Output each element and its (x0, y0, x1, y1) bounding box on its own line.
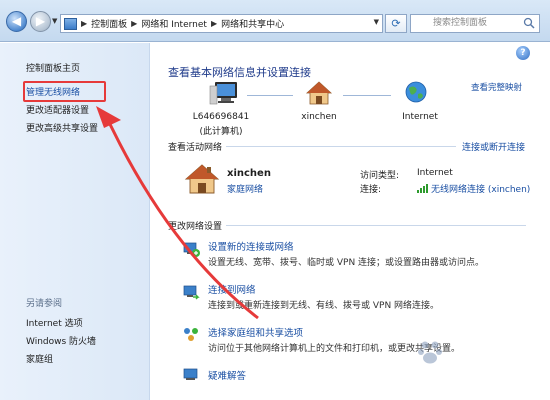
breadcrumb-network-sharing-center[interactable]: 网络和共享中心 (221, 17, 284, 30)
back-button[interactable]: ◀ (6, 11, 27, 32)
connect-disconnect-link[interactable]: 连接或断开连接 (462, 140, 525, 153)
task-troubleshoot-link[interactable]: 疑难解答 (208, 368, 246, 382)
map-link-line (343, 95, 391, 96)
globe-icon (405, 81, 427, 103)
task-new-connection-link[interactable]: 设置新的连接或网络 (208, 239, 294, 253)
task-new-connection-desc: 设置无线、宽带、拨号、临时或 VPN 连接；或设置路由器或访问点。 (208, 258, 485, 268)
troubleshoot-icon (183, 368, 198, 380)
homegroup-icon (184, 328, 198, 341)
map-internet-label: Internet (402, 112, 438, 122)
sidebar-item-control-panel-home[interactable]: 控制面板主页 (26, 61, 80, 74)
forward-button[interactable]: ▶ (30, 11, 51, 32)
map-network-name: xinchen (301, 112, 337, 122)
network-type-link[interactable]: 家庭网络 (227, 182, 263, 195)
search-icon (523, 17, 535, 29)
wifi-signal-icon (417, 184, 428, 193)
breadcrumb-control-panel[interactable]: 控制面板 (91, 17, 127, 30)
help-icon[interactable]: ? (516, 46, 530, 60)
task-homegroup-link[interactable]: 选择家庭组和共享选项 (208, 325, 303, 339)
home-network-large-icon (184, 164, 220, 194)
computer-name: L646696841 (192, 112, 250, 122)
access-type-value: Internet (417, 168, 453, 178)
highlight-box (23, 81, 106, 102)
control-panel-icon (64, 17, 77, 30)
see-also-homegroup[interactable]: 家庭组 (26, 352, 53, 365)
history-dropdown-icon[interactable]: ▼ (52, 17, 59, 26)
see-also-internet-options[interactable]: Internet 选项 (26, 316, 83, 329)
connect-network-icon (183, 285, 200, 300)
map-link-line (247, 95, 293, 96)
page-title: 查看基本网络信息并设置连接 (168, 66, 311, 79)
watermark-logo (418, 341, 442, 364)
see-also-heading: 另请参阅 (26, 299, 63, 309)
computer-icon (209, 82, 237, 105)
connections-label: 连接: (360, 185, 382, 195)
breadcrumb-network-internet[interactable]: 网络和 Internet (141, 17, 207, 30)
connections-link[interactable]: 无线网络连接 (xinchen) (431, 182, 530, 195)
section-divider (226, 146, 456, 147)
address-dropdown-icon[interactable]: ▼ (374, 18, 379, 26)
change-settings-heading: 更改网络设置 (168, 222, 223, 232)
task-connect-network-link[interactable]: 连接到网络 (208, 282, 256, 296)
view-full-map-link[interactable]: 查看完整映射 (471, 81, 522, 93)
active-network-name: xinchen (227, 168, 271, 179)
chevron-right-icon[interactable]: ▶ (81, 19, 87, 28)
search-input[interactable]: 搜索控制面板 (410, 14, 540, 33)
computer-sub: (此计算机) (199, 127, 243, 137)
new-connection-icon (183, 242, 200, 257)
connections-value[interactable]: 无线网络连接 (xinchen) (417, 182, 530, 195)
chevron-right-icon[interactable]: ▶ (131, 19, 137, 28)
access-type-label: 访问类型: (360, 171, 400, 181)
sidebar-item-advanced-sharing[interactable]: 更改高级共享设置 (26, 121, 98, 134)
see-also-windows-firewall[interactable]: Windows 防火墙 (26, 334, 96, 347)
home-network-icon (305, 81, 333, 105)
chevron-right-icon[interactable]: ▶ (211, 19, 217, 28)
sidebar-item-adapter-settings[interactable]: 更改适配器设置 (26, 103, 89, 116)
active-networks-heading: 查看活动网络 (168, 143, 223, 153)
breadcrumb[interactable]: ▶ 控制面板 ▶ 网络和 Internet ▶ 网络和共享中心 ▼ (60, 14, 383, 33)
search-placeholder: 搜索控制面板 (433, 18, 488, 28)
address-bar: ◀ ▶ ▼ ▶ 控制面板 ▶ 网络和 Internet ▶ 网络和共享中心 ▼ … (0, 0, 550, 42)
section-divider (226, 225, 526, 226)
refresh-button[interactable]: ⟳ (385, 14, 407, 33)
task-connect-network-desc: 连接到或重新连接到无线、有线、拨号或 VPN 网络连接。 (208, 301, 440, 311)
